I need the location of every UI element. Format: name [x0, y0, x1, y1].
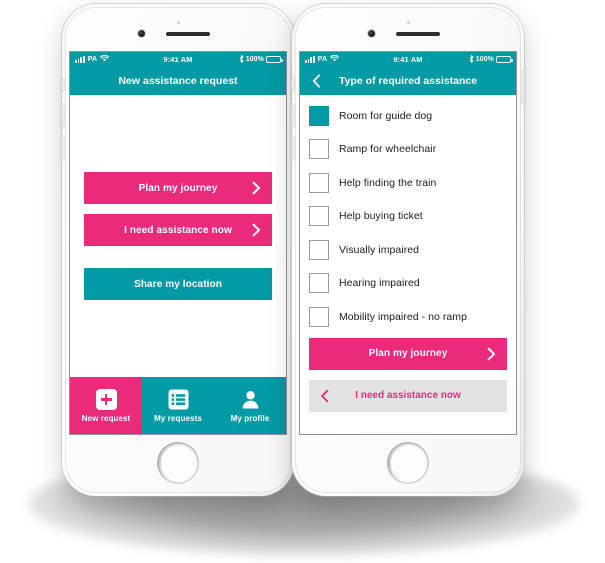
action-button-stack: Plan my journey I need assistance now Sh… — [70, 95, 286, 377]
content-left: Plan my journey I need assistance now Sh… — [70, 95, 286, 434]
cellular-signal-icon — [305, 56, 315, 63]
chevron-right-icon — [487, 347, 496, 360]
nav-header-left: New assistance request — [70, 67, 286, 95]
cellular-signal-icon — [75, 56, 85, 63]
bluetooth-icon — [469, 54, 474, 65]
option-mobility-impaired-no-ramp[interactable]: Mobility impaired - no ramp — [309, 300, 507, 334]
page-title-right: Type of required assistance — [338, 75, 478, 87]
page-title-left: New assistance request — [118, 75, 238, 87]
front-camera-icon — [368, 30, 375, 37]
plus-square-icon — [95, 389, 117, 411]
tab-my-profile-label: My profile — [230, 413, 270, 423]
volume-down-button[interactable] — [291, 136, 294, 160]
carrier-label: PA — [87, 56, 98, 63]
i-need-assistance-now-button[interactable]: I need assistance now — [84, 214, 272, 246]
tab-my-requests[interactable]: My requests — [142, 377, 214, 434]
status-bar-clock: 9:41 AM — [163, 55, 193, 64]
volume-up-button[interactable] — [61, 104, 64, 128]
right-action-buttons: Plan my journey I need assistance now — [300, 334, 516, 412]
earpiece-speaker — [166, 32, 210, 36]
checkbox-room-for-guide-dog[interactable] — [309, 105, 329, 126]
list-icon — [167, 389, 189, 411]
status-bar-right: PA 9:41 AM 100% — [300, 52, 516, 67]
volume-down-button[interactable] — [61, 136, 64, 160]
share-my-location-button[interactable]: Share my location — [84, 268, 272, 300]
ambient-sensor-dot — [406, 21, 410, 24]
chevron-left-icon — [320, 389, 329, 402]
home-button-left[interactable] — [157, 442, 199, 484]
person-icon — [239, 389, 261, 411]
plan-my-journey-button[interactable]: Plan my journey — [84, 172, 272, 204]
option-label: Room for guide dog — [339, 109, 433, 122]
checkbox-help-buying-ticket[interactable] — [309, 206, 329, 227]
plan-my-journey-button[interactable]: Plan my journey — [309, 337, 507, 370]
i-need-assistance-now-label: I need assistance now — [124, 224, 232, 236]
tab-my-requests-label: My requests — [154, 413, 202, 423]
option-label: Mobility impaired - no ramp — [339, 310, 467, 323]
chevron-right-icon — [252, 223, 261, 237]
home-button-right[interactable] — [387, 442, 429, 484]
screen-right: PA 9:41 AM 100% Type of required assista… — [300, 52, 516, 434]
status-bar-clock: 9:41 AM — [393, 55, 423, 64]
nav-header-right: Type of required assistance — [300, 67, 516, 95]
battery-percent-label: 100% — [475, 56, 494, 63]
earpiece-speaker — [396, 32, 440, 36]
tab-new-request-label: New request — [81, 413, 131, 423]
option-visually-impaired[interactable]: Visually impaired — [309, 233, 507, 267]
battery-full-icon — [496, 55, 513, 64]
chevron-left-icon — [312, 74, 321, 88]
screenshot-canvas: PA 9:41 AM 100% New assistance request P… — [0, 0, 605, 563]
bottom-tab-bar: New request My requests My profile — [70, 377, 286, 434]
option-help-buying-ticket[interactable]: Help buying ticket — [309, 200, 507, 234]
wifi-icon — [100, 54, 110, 64]
checkbox-ramp-for-wheelchair[interactable] — [309, 139, 329, 160]
ambient-sensor-dot — [176, 21, 180, 24]
checkbox-help-finding-the-train[interactable] — [309, 172, 329, 193]
tab-new-request[interactable]: New request — [70, 377, 142, 434]
phone-device-right: PA 9:41 AM 100% Type of required assista… — [291, 4, 525, 496]
content-right: Room for guide dog Ramp for wheelchair H… — [300, 95, 516, 434]
plan-my-journey-label: Plan my journey — [138, 182, 218, 194]
volume-up-button[interactable] — [291, 104, 294, 128]
carrier-label: PA — [317, 56, 328, 63]
status-bar-left: PA 9:41 AM 100% — [70, 52, 286, 67]
silent-switch-button[interactable] — [291, 78, 294, 91]
battery-full-icon — [266, 55, 283, 64]
wifi-icon — [330, 54, 340, 64]
plan-my-journey-label: Plan my journey — [368, 348, 448, 359]
power-button[interactable] — [522, 70, 525, 104]
battery-percent-label: 100% — [245, 56, 264, 63]
checkbox-hearing-impaired[interactable] — [309, 273, 329, 294]
back-button[interactable] — [308, 67, 325, 95]
screen-left: PA 9:41 AM 100% New assistance request P… — [70, 52, 286, 434]
checkbox-mobility-impaired-no-ramp[interactable] — [309, 306, 329, 327]
checkbox-visually-impaired[interactable] — [309, 239, 329, 260]
option-help-finding-the-train[interactable]: Help finding the train — [309, 166, 507, 200]
tab-my-profile[interactable]: My profile — [214, 377, 286, 434]
option-ramp-for-wheelchair[interactable]: Ramp for wheelchair — [309, 133, 507, 167]
i-need-assistance-now-label: I need assistance now — [355, 390, 461, 401]
bluetooth-icon — [239, 54, 244, 65]
front-camera-icon — [138, 30, 145, 37]
option-label: Hearing impaired — [339, 277, 420, 290]
silent-switch-button[interactable] — [61, 78, 64, 91]
i-need-assistance-now-button[interactable]: I need assistance now — [309, 379, 507, 412]
assistance-options-list: Room for guide dog Ramp for wheelchair H… — [300, 99, 516, 334]
option-room-for-guide-dog[interactable]: Room for guide dog — [309, 99, 507, 133]
share-my-location-label: Share my location — [134, 278, 222, 290]
option-label: Help finding the train — [339, 176, 437, 189]
option-label: Ramp for wheelchair — [339, 143, 437, 156]
chevron-right-icon — [252, 181, 261, 195]
phone-device-left: PA 9:41 AM 100% New assistance request P… — [61, 4, 295, 496]
option-hearing-impaired[interactable]: Hearing impaired — [309, 267, 507, 301]
option-label: Help buying ticket — [339, 210, 423, 223]
option-label: Visually impaired — [339, 243, 420, 256]
